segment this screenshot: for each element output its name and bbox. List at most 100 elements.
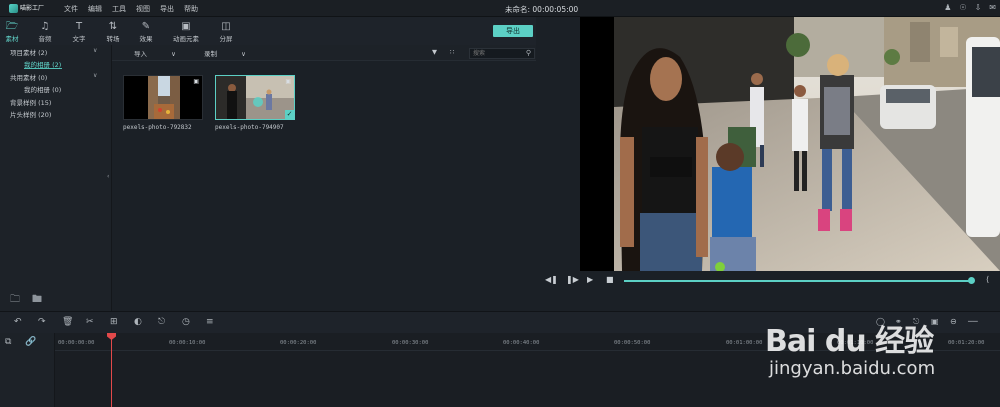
menu-edit[interactable]: 编辑	[88, 4, 102, 14]
play-icon[interactable]: ▶	[587, 275, 593, 284]
stop-icon[interactable]: ■	[606, 275, 614, 284]
menu-file[interactable]: 文件	[64, 4, 78, 14]
new-folder-icon[interactable]: 🗀	[10, 292, 20, 309]
audio-mixer-icon[interactable]: ≡	[206, 317, 214, 327]
playhead[interactable]	[111, 333, 112, 407]
chevron-down-icon: ∨	[171, 50, 176, 58]
sidebar-item-shared-media[interactable]: 共用素材 (0)	[10, 72, 47, 82]
cut-icon[interactable]: ✂	[86, 317, 94, 327]
media-library-sidebar: 项目素材 (2) ∨ 我的相册 (2) 共用素材 (0) ∨ 我的相册 (0) …	[0, 45, 112, 311]
color-icon[interactable]: ◐	[134, 317, 142, 327]
search-field[interactable]: ⚲	[469, 48, 535, 59]
folder-icon: 🗁	[5, 21, 19, 32]
tab-transition-label: 转场	[106, 35, 120, 43]
media-grid: ▣ pexels-photo-792832 ▣ ✓ pexels-photo-7…	[112, 61, 536, 311]
chevron-down-icon: ∨	[241, 50, 246, 58]
undo-icon[interactable]: ↶	[14, 317, 22, 327]
image-type-icon: ▣	[193, 78, 199, 85]
sidebar-item-background-samples[interactable]: 背景样例 (15)	[10, 97, 51, 107]
tab-transition[interactable]: ⇅ 转场	[96, 21, 130, 43]
sidebar-item-project-media[interactable]: 项目素材 (2)	[10, 47, 47, 57]
crop-icon[interactable]: ⊞	[110, 317, 118, 327]
tab-effects[interactable]: ✎ 效果	[129, 21, 163, 43]
record-dropdown[interactable]: 录制 ∨	[204, 48, 246, 58]
image-type-icon: ▣	[285, 78, 291, 85]
ruler-label: 00:00:40:00	[503, 340, 540, 346]
ruler-label: 00:00:50:00	[614, 340, 651, 346]
download-icon[interactable]: ⇩	[975, 3, 982, 12]
link-icon[interactable]: 🔗	[25, 337, 36, 347]
preview-image	[580, 17, 1000, 271]
search-icon[interactable]: ⚲	[526, 49, 531, 57]
filter-icon[interactable]: ▼	[432, 48, 437, 56]
menu-tools[interactable]: 工具	[112, 4, 126, 14]
window-controls: ♟ ☉ ⇩ ✉	[944, 3, 996, 12]
effects-icon: ✎	[141, 21, 151, 32]
app-logo: 喵影工厂	[9, 2, 47, 15]
search-input[interactable]	[473, 49, 523, 58]
tab-audio-label: 音频	[38, 35, 52, 43]
playback-progress-bar[interactable]	[624, 280, 970, 282]
duration-icon[interactable]: ◷	[182, 317, 190, 327]
mail-icon[interactable]: ✉	[989, 3, 996, 12]
media-caption: pexels-photo-794907	[215, 124, 284, 131]
playback-progress-knob[interactable]	[968, 277, 975, 284]
logo-text: 喵影工厂	[20, 4, 45, 12]
cart-icon[interactable]: ☉	[959, 3, 966, 12]
document-title: 未命名: 00:00:05:00	[505, 5, 579, 14]
speed-icon[interactable]: ⎋	[158, 317, 165, 327]
grid-view-icon[interactable]: ∷	[450, 48, 454, 56]
tab-audio[interactable]: ♫ 音频	[28, 21, 62, 43]
user-icon[interactable]: ♟	[944, 3, 951, 12]
collapse-handle-icon[interactable]: ‹	[107, 173, 109, 180]
export-button[interactable]: 导出	[493, 25, 533, 37]
tab-effects-label: 效果	[139, 35, 153, 43]
tab-split-screen[interactable]: ◫ 分屏	[209, 21, 243, 43]
import-label: 导入	[134, 50, 147, 58]
image-icon: ▣	[181, 21, 191, 32]
checkmark-icon: ✓	[285, 110, 294, 119]
music-note-icon: ♫	[40, 21, 50, 32]
baidu-watermark: Bai du 经验 jingyan.baidu.com	[765, 308, 985, 388]
media-thumbnail-selected[interactable]: ▣ ✓	[215, 75, 295, 120]
tab-split-screen-label: 分屏	[219, 35, 233, 43]
tab-text[interactable]: T 文字	[62, 21, 96, 43]
chevron-left-icon[interactable]: ⟨	[986, 275, 989, 284]
media-thumbnail[interactable]: ▣	[123, 75, 203, 120]
delete-icon[interactable]: 🗑	[62, 317, 73, 327]
sidebar-item-intro-samples[interactable]: 片头样例 (20)	[10, 109, 51, 119]
menu-help[interactable]: 帮助	[184, 4, 198, 14]
tab-media-label: 素材	[5, 35, 19, 43]
sidebar-item-shared-album[interactable]: 我的相册 (0)	[24, 84, 61, 94]
watermark-url: jingyan.baidu.com	[769, 358, 936, 379]
transition-icon: ⇅	[108, 21, 118, 32]
split-screen-icon: ◫	[221, 21, 231, 32]
track-header: ⧉ 🔗	[0, 333, 55, 407]
logo-mark-icon	[9, 4, 18, 13]
preview-panel-gutter	[536, 17, 580, 311]
ruler-label: 00:00:20:00	[280, 340, 317, 346]
ruler-label: 00:00:10:00	[169, 340, 206, 346]
chevron-down-icon[interactable]: ∨	[93, 72, 97, 79]
media-caption: pexels-photo-792832	[123, 124, 192, 131]
remove-folder-icon[interactable]: 🖿	[32, 292, 42, 309]
chevron-down-icon[interactable]: ∨	[93, 47, 97, 54]
import-dropdown[interactable]: 导入 ∨	[134, 48, 176, 58]
menu-view[interactable]: 视图	[136, 4, 150, 14]
tab-text-label: 文字	[72, 35, 86, 43]
record-label: 录制	[204, 50, 217, 58]
next-frame-icon[interactable]: ❚▶	[566, 275, 579, 284]
tab-media[interactable]: 🗁 素材	[0, 21, 29, 43]
ruler-label: 00:00:30:00	[392, 340, 429, 346]
menu-export[interactable]: 导出	[160, 4, 174, 14]
preview-viewer[interactable]	[580, 17, 1000, 271]
menu-bar: 文件 编辑 工具 视图 导出 帮助	[64, 0, 198, 17]
tab-elements[interactable]: ▣ 动画元素	[169, 21, 203, 43]
ruler-label: 00:00:00:00	[58, 340, 95, 346]
sidebar-actions: 🗀 🖿	[10, 292, 42, 309]
add-track-icon[interactable]: ⧉	[5, 337, 11, 347]
people-photo-thumbnail	[216, 76, 294, 119]
redo-icon[interactable]: ↷	[38, 317, 46, 327]
previous-frame-icon[interactable]: ◀❚	[545, 275, 558, 284]
text-icon: T	[75, 21, 83, 32]
